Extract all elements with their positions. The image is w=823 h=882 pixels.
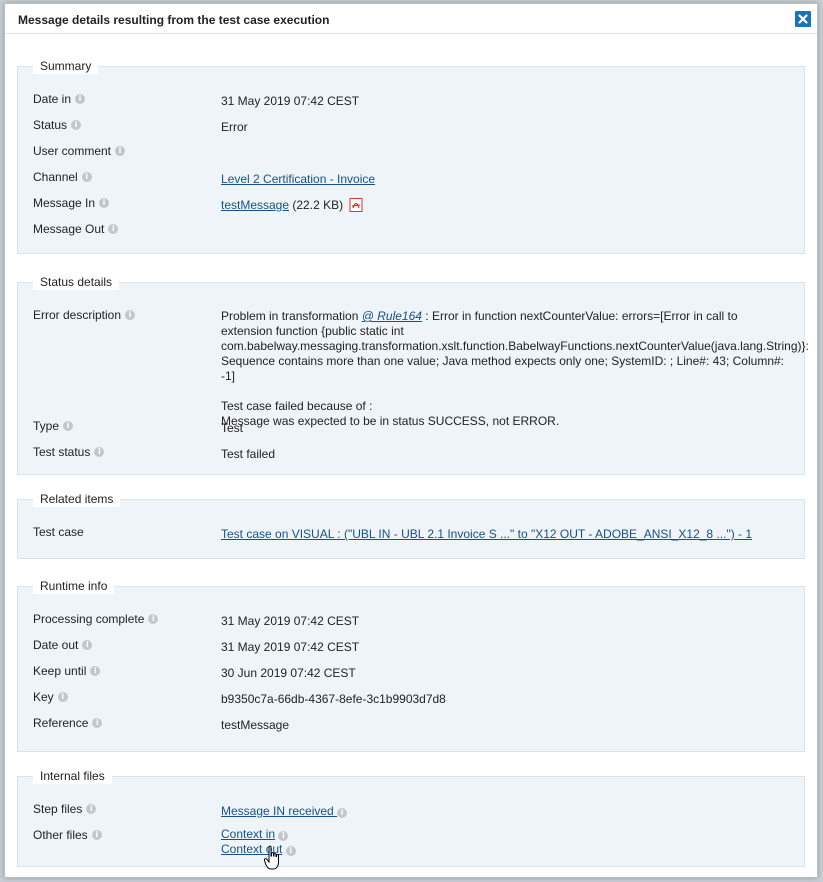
internal-files-section: Internal files Step files i Message IN re… (17, 768, 805, 867)
pdf-icon[interactable] (349, 198, 363, 215)
info-icon[interactable]: i (57, 692, 68, 702)
key-row: Key i b9350c7a-66db-4367-8efe-3c1b9903d7d… (33, 690, 793, 708)
info-icon[interactable]: i (82, 640, 93, 650)
date-in-value: 31 May 2019 07:42 CEST (221, 94, 360, 108)
channel-link[interactable]: Level 2 Certification - Invoice (221, 172, 375, 186)
type-row: Type i Test (33, 419, 793, 437)
runtime-info-legend: Runtime info (33, 578, 115, 594)
type-label: Type (33, 419, 60, 433)
info-icon[interactable]: i (86, 804, 97, 814)
date-in-row: Date in i 31 May 2019 07:42 CEST (33, 92, 793, 110)
test-case-link[interactable]: Test case on VISUAL : ("UBL IN - UBL 2.1… (221, 527, 752, 541)
user-comment-row: User comment i (33, 144, 793, 162)
close-icon (798, 14, 808, 24)
info-icon[interactable]: i (108, 224, 119, 234)
message-in-link[interactable]: testMessage (221, 198, 289, 212)
status-details-section: Status details Error description i Proble… (17, 274, 809, 475)
message-in-received-link[interactable]: Message IN received (221, 804, 337, 818)
other-files-label: Other files (33, 828, 88, 842)
date-out-row: Date out i 31 May 2019 07:42 CEST (33, 638, 793, 656)
user-comment-label: User comment (33, 144, 112, 158)
message-out-label: Message Out (33, 222, 105, 236)
reference-label: Reference (33, 716, 89, 730)
reference-row: Reference i testMessage (33, 716, 793, 734)
test-status-row: Test status i Test failed (33, 445, 793, 463)
info-icon[interactable]: i (92, 718, 103, 728)
rule-link[interactable]: @ Rule164 (362, 309, 422, 323)
related-items-legend: Related items (33, 491, 121, 507)
date-out-value: 31 May 2019 07:42 CEST (221, 640, 360, 654)
keep-until-value: 30 Jun 2019 07:42 CEST (221, 666, 356, 680)
keep-until-label: Keep until (33, 664, 87, 678)
info-icon[interactable]: i (63, 421, 74, 431)
test-status-label: Test status (33, 445, 91, 459)
keep-until-row: Keep until i 30 Jun 2019 07:42 CEST (33, 664, 793, 682)
message-out-row: Message Out i (33, 222, 793, 240)
date-out-label: Date out (33, 638, 79, 652)
status-label: Status (33, 118, 68, 132)
runtime-info-section: Runtime info Processing complete i 31 May… (17, 578, 805, 752)
type-value: Test (221, 421, 244, 435)
context-in-link[interactable]: Context in (221, 827, 275, 841)
info-icon[interactable]: i (81, 172, 92, 182)
status-details-legend: Status details (33, 274, 120, 290)
info-icon[interactable]: i (115, 146, 126, 156)
channel-label: Channel (33, 170, 78, 184)
error-description-value: Problem in transformation @ Rule164 : Er… (221, 309, 809, 428)
channel-row: Channel i Level 2 Certification - Invoice (33, 170, 793, 188)
key-value: b9350c7a-66db-4367-8efe-3c1b9903d7d8 (221, 692, 446, 706)
internal-files-legend: Internal files (33, 768, 112, 784)
failed-reason-heading: Test case failed because of : (221, 399, 373, 413)
info-icon[interactable]: i (91, 830, 102, 840)
info-icon[interactable]: i (125, 310, 136, 320)
message-in-row: Message In i testMessage (22.2 KB) (33, 196, 793, 214)
message-in-size: (22.2 KB) (292, 198, 344, 212)
info-icon[interactable]: i (75, 94, 86, 104)
summary-legend: Summary (33, 58, 99, 74)
processing-complete-value: 31 May 2019 07:42 CEST (221, 614, 360, 628)
status-row: Status i Error (33, 118, 793, 136)
related-items-section: Related items Test case Test case on VIS… (17, 491, 805, 559)
hand-cursor-icon (263, 845, 282, 874)
processing-complete-row: Processing complete i 31 May 2019 07:42 C… (33, 612, 793, 630)
info-icon[interactable]: i (285, 846, 296, 856)
date-in-label: Date in (33, 92, 72, 106)
other-files-row: Other files i Context in i Context out i (33, 827, 793, 864)
test-case-label: Test case (33, 525, 84, 539)
info-icon[interactable]: i (278, 831, 289, 841)
info-icon[interactable]: i (337, 808, 348, 818)
key-label: Key (33, 690, 54, 704)
info-icon[interactable]: i (99, 198, 110, 208)
summary-section: Summary Date in i 31 May 2019 07:42 CEST … (17, 58, 805, 254)
test-case-row: Test case Test case on VISUAL : ("UBL IN… (33, 525, 793, 543)
error-description-row: Error description i Problem in transforma… (33, 308, 809, 428)
message-details-dialog: Message details resulting from the test … (4, 3, 818, 878)
step-files-label: Step files (33, 802, 83, 816)
step-files-row: Step files i Message IN received i (33, 802, 793, 820)
error-description-label: Error description (33, 308, 122, 322)
info-icon[interactable]: i (94, 447, 105, 457)
info-icon[interactable]: i (71, 120, 82, 130)
status-value: Error (221, 120, 248, 134)
info-icon[interactable]: i (148, 614, 159, 624)
processing-complete-label: Processing complete (33, 612, 145, 626)
dialog-titlebar: Message details resulting from the test … (5, 4, 817, 34)
info-icon[interactable]: i (90, 666, 101, 676)
test-status-value: Test failed (221, 447, 276, 461)
reference-value: testMessage (221, 718, 290, 732)
dialog-title: Message details resulting from the test … (18, 13, 330, 27)
message-in-label: Message In (33, 196, 96, 210)
close-button[interactable] (795, 11, 811, 27)
